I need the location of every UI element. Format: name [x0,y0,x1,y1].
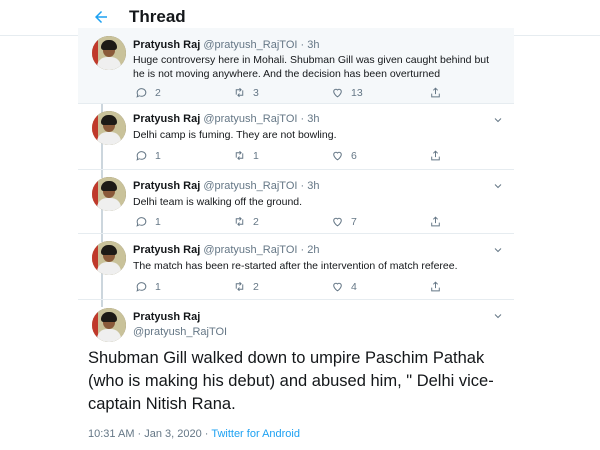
tweet-actions: 1 2 7 [133,215,453,229]
tweet-time[interactable]: · 3h [301,39,320,51]
like-count: 7 [351,215,357,228]
tweet-header: Pratyush Raj @pratyush_RajTOI · 3h [133,113,319,125]
share-button[interactable] [429,215,442,228]
tweet-text: Huge controversy here in Mohali. Shubman… [133,54,490,80]
author-name[interactable]: Pratyush Raj [133,113,200,125]
chevron-down-icon[interactable] [492,244,504,256]
author-handle[interactable]: @pratyush_RajTOI [203,244,297,256]
retweet-button[interactable]: 1 [233,149,259,162]
share-icon [431,216,440,227]
thread-tweet[interactable]: Pratyush Raj @pratyush_RajTOI · 3h Delhi… [78,104,514,170]
retweet-count: 2 [253,280,259,293]
retweet-button[interactable]: 2 [233,215,259,228]
chevron-down-icon[interactable] [492,180,504,192]
retweet-count: 1 [253,149,259,162]
tweet-time[interactable]: · 3h [301,113,320,125]
author-name[interactable]: Pratyush Raj [133,180,200,192]
retweet-count: 3 [253,86,259,99]
tweet-text: The match has been re-started after the … [133,260,458,272]
author-name[interactable]: Pratyush Raj [133,244,200,256]
avatar[interactable] [92,241,126,275]
retweet-icon [235,87,244,98]
tweet-text: Delhi camp is fuming. They are not bowli… [133,129,337,141]
reply-button[interactable]: 1 [135,215,161,228]
author-handle[interactable]: @pratyush_RajTOI [203,180,297,192]
like-button[interactable]: 7 [331,215,357,228]
tweet-timestamp[interactable]: 10:31 AM · Jan 3, 2020 · [88,428,211,440]
avatar[interactable] [92,36,126,70]
reply-button[interactable]: 2 [135,86,161,99]
arrow-left-icon[interactable] [92,8,110,26]
reply-count: 2 [155,86,161,99]
reply-icon [136,282,147,292]
like-count: 4 [351,280,357,293]
avatar[interactable] [92,177,126,211]
tweet-actions: 1 1 6 [133,149,453,163]
heart-icon [333,151,342,161]
like-button[interactable]: 13 [331,86,363,99]
tweet-source-link[interactable]: Twitter for Android [211,428,300,440]
retweet-button[interactable]: 3 [233,86,259,99]
author-handle[interactable]: @pratyush_RajTOI [133,326,227,338]
thread-tweet[interactable]: Pratyush Raj @pratyush_RajTOI · 3h Huge … [78,28,514,104]
heart-icon [333,282,342,292]
author-name[interactable]: Pratyush Raj [133,39,200,51]
author-handle[interactable]: @pratyush_RajTOI [203,113,297,125]
thread-tweet[interactable]: Pratyush Raj @pratyush_RajTOI · 2h The m… [78,234,514,300]
retweet-icon [235,216,244,227]
tweet-text: Delhi team is walking off the ground. [133,196,303,208]
page-title: Thread [129,7,186,26]
share-icon [431,281,440,292]
tweet-header: Pratyush Raj @pratyush_RajTOI · 2h [133,244,319,256]
tweet-header: Pratyush Raj @pratyush_RajTOI · 3h [133,39,319,51]
share-button[interactable] [429,280,442,293]
avatar[interactable] [92,111,126,145]
reply-count: 1 [155,149,161,162]
author-name[interactable]: Pratyush Raj [133,311,200,323]
author-handle[interactable]: @pratyush_RajTOI [203,39,297,51]
thread-tweet[interactable]: Pratyush Raj @pratyush_RajTOI · 3h Delhi… [78,170,514,234]
chevron-down-icon[interactable] [492,310,504,322]
heart-icon [333,217,342,227]
tweet-time[interactable]: · 2h [301,244,320,256]
reply-button[interactable]: 1 [135,280,161,293]
share-icon [431,150,440,161]
share-button[interactable] [429,86,442,99]
reply-icon [136,151,147,161]
reply-button[interactable]: 1 [135,149,161,162]
retweet-icon [235,150,244,161]
reply-count: 1 [155,280,161,293]
tweet-header: Pratyush Raj @pratyush_RajTOI · 3h [133,180,319,192]
tweet-actions: 1 2 4 [133,280,453,294]
share-icon [431,87,440,98]
avatar[interactable] [92,308,126,342]
retweet-count: 2 [253,215,259,228]
heart-icon [333,88,342,98]
reply-icon [136,217,147,227]
reply-icon [136,88,147,98]
main-tweet-text: Shubman Gill walked down to umpire Pasch… [88,349,494,413]
like-button[interactable]: 4 [331,280,357,293]
chevron-down-icon[interactable] [492,114,504,126]
tweet-actions: 2 3 13 [133,86,453,100]
like-count: 13 [351,86,363,99]
tweet-timestamp-row: 10:31 AM · Jan 3, 2020 · Twitter for And… [88,428,300,440]
reply-count: 1 [155,215,161,228]
retweet-button[interactable]: 2 [233,280,259,293]
like-count: 6 [351,149,357,162]
tweet-time[interactable]: · 3h [301,180,320,192]
retweet-icon [235,281,244,292]
share-button[interactable] [429,149,442,162]
like-button[interactable]: 6 [331,149,357,162]
